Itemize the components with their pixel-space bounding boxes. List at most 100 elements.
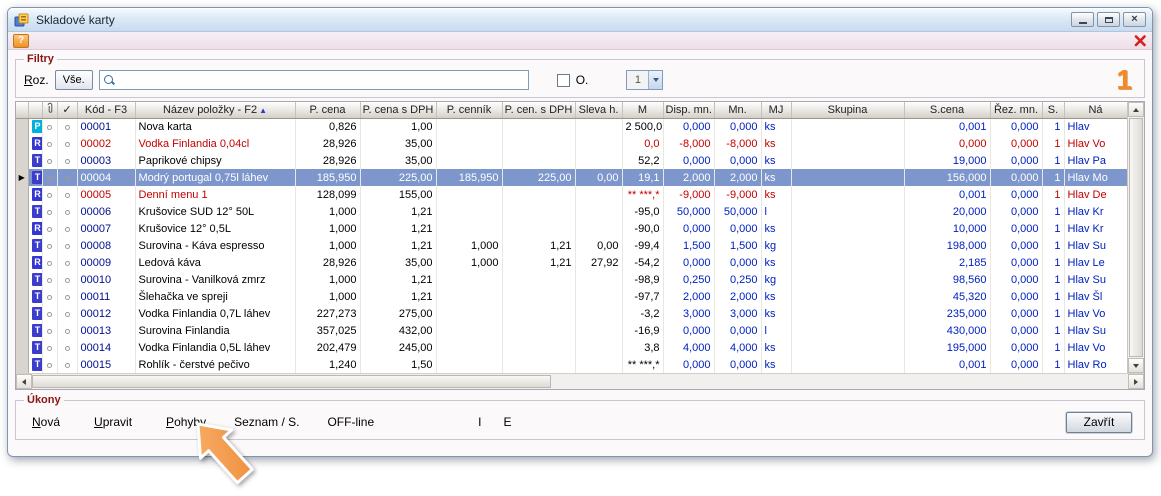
cell-pcena[interactable]: 1,000 <box>295 203 360 220</box>
cell-pcena[interactable]: 227,273 <box>295 305 360 322</box>
cell-nazev[interactable]: Šlehačka ve spreji <box>135 288 295 305</box>
search-input[interactable] <box>119 73 524 87</box>
cell-disp[interactable]: 2,000 <box>663 169 714 186</box>
column-header-mj[interactable]: MJ <box>761 102 791 118</box>
cell-s[interactable]: 1 <box>1042 322 1064 339</box>
cell-skupina[interactable] <box>791 135 904 152</box>
cell-sel[interactable] <box>16 220 28 237</box>
cell-pcena[interactable]: 185,950 <box>295 169 360 186</box>
close-window-button[interactable]: × <box>1123 12 1146 27</box>
grid-scroller[interactable]: ✓Kód - F3Název položky - F2▲P. cenaP. ce… <box>16 102 1127 373</box>
cell-scena[interactable]: 98,560 <box>904 271 990 288</box>
cell-mn[interactable]: 0,000 <box>714 254 761 271</box>
cell-check[interactable] <box>57 322 77 339</box>
cell-sel[interactable] <box>16 186 28 203</box>
cell-kod[interactable]: 00004 <box>77 169 135 186</box>
cell-clip[interactable] <box>42 356 57 373</box>
cell-sleva[interactable] <box>575 118 622 135</box>
cell-rez[interactable]: 0,000 <box>990 254 1042 271</box>
cell-scena[interactable]: 430,000 <box>904 322 990 339</box>
cell-sel[interactable] <box>16 254 28 271</box>
cell-pdph[interactable]: 155,00 <box>360 186 436 203</box>
cell-disp[interactable]: 0,000 <box>663 322 714 339</box>
cell-na[interactable]: Hlav Kr <box>1064 220 1127 237</box>
horizontal-scroll-track[interactable] <box>551 374 1128 389</box>
cell-na[interactable]: Hlav Vo <box>1064 305 1127 322</box>
cell-letter[interactable]: R <box>28 135 42 152</box>
all-filter-button[interactable]: Vše. <box>55 70 93 90</box>
import-button[interactable]: I <box>474 413 485 431</box>
edit-button[interactable]: Upravit <box>90 413 136 431</box>
column-header-s[interactable]: S. <box>1042 102 1064 118</box>
scroll-left-button[interactable] <box>16 374 32 389</box>
cell-pcdph[interactable] <box>502 186 575 203</box>
cell-na[interactable]: Hlav <box>1064 118 1127 135</box>
cell-letter[interactable]: R <box>28 254 42 271</box>
cell-pdph[interactable]: 432,00 <box>360 322 436 339</box>
cell-rez[interactable]: 0,000 <box>990 288 1042 305</box>
cell-mj[interactable]: ks <box>761 288 791 305</box>
cell-na[interactable]: Hlav Vo <box>1064 135 1127 152</box>
column-header-mn[interactable]: Mn. <box>714 102 761 118</box>
cell-mn[interactable]: 0,000 <box>714 322 761 339</box>
cell-letter[interactable]: T <box>28 237 42 254</box>
cell-na[interactable]: Hlav Su <box>1064 271 1127 288</box>
cell-pcdph[interactable] <box>502 322 575 339</box>
cell-na[interactable]: Hlav Su <box>1064 237 1127 254</box>
table-row[interactable]: T00013Surovina Finlandia357,025432,00-16… <box>16 322 1127 339</box>
cell-disp[interactable]: 0,000 <box>663 152 714 169</box>
column-header-pdph[interactable]: P. cena s DPH <box>360 102 436 118</box>
cell-sleva[interactable] <box>575 322 622 339</box>
scroll-up-button[interactable] <box>1128 102 1144 117</box>
cell-sel[interactable] <box>16 356 28 373</box>
cell-rez[interactable]: 0,000 <box>990 152 1042 169</box>
vertical-scroll-thumb[interactable] <box>1129 118 1143 357</box>
cell-s[interactable]: 1 <box>1042 339 1064 356</box>
horizontal-scroll-thumb[interactable] <box>32 375 551 388</box>
cell-skupina[interactable] <box>791 271 904 288</box>
cell-sel[interactable] <box>16 339 28 356</box>
o-checkbox[interactable] <box>557 74 570 87</box>
cell-rez[interactable]: 0,000 <box>990 271 1042 288</box>
cell-pcennik[interactable]: 1,000 <box>436 237 502 254</box>
cell-pcennik[interactable] <box>436 203 502 220</box>
export-button[interactable]: E <box>499 413 515 431</box>
cell-mj[interactable]: ks <box>761 169 791 186</box>
cell-m[interactable]: -97,7 <box>622 288 663 305</box>
cell-clip[interactable] <box>42 322 57 339</box>
cell-nazev[interactable]: Vodka Finlandia 0,04cl <box>135 135 295 152</box>
cell-clip[interactable] <box>42 152 57 169</box>
cell-sleva[interactable] <box>575 152 622 169</box>
cell-m[interactable]: -3,2 <box>622 305 663 322</box>
cell-clip[interactable] <box>42 169 57 186</box>
cell-pcdph[interactable] <box>502 135 575 152</box>
cell-pcdph[interactable] <box>502 339 575 356</box>
cell-sel[interactable] <box>16 203 28 220</box>
cell-kod[interactable]: 00012 <box>77 305 135 322</box>
cell-pcennik[interactable] <box>436 356 502 373</box>
horizontal-scrollbar[interactable] <box>16 373 1144 389</box>
cell-pcennik[interactable] <box>436 118 502 135</box>
cell-m[interactable]: 52,2 <box>622 152 663 169</box>
cell-sleva[interactable] <box>575 356 622 373</box>
cell-mn[interactable]: -8,000 <box>714 135 761 152</box>
cell-pcena[interactable]: 28,926 <box>295 152 360 169</box>
cell-s[interactable]: 1 <box>1042 203 1064 220</box>
table-row[interactable]: T00003Paprikové chipsy28,92635,0052,20,0… <box>16 152 1127 169</box>
cell-disp[interactable]: -8,000 <box>663 135 714 152</box>
cell-m[interactable]: -16,9 <box>622 322 663 339</box>
cell-pcdph[interactable] <box>502 220 575 237</box>
cell-na[interactable]: Hlav Ro <box>1064 356 1127 373</box>
cell-disp[interactable]: 0,000 <box>663 254 714 271</box>
cell-sleva[interactable] <box>575 186 622 203</box>
cell-skupina[interactable] <box>791 186 904 203</box>
cell-nazev[interactable]: Nova karta <box>135 118 295 135</box>
cell-kod[interactable]: 00002 <box>77 135 135 152</box>
cell-m[interactable]: -90,0 <box>622 220 663 237</box>
cell-sel[interactable]: ▶ <box>16 169 28 186</box>
cell-scena[interactable]: 19,000 <box>904 152 990 169</box>
table-row[interactable]: T00015Rohlík - čerstvé pečivo1,2401,50**… <box>16 356 1127 373</box>
cell-pcena[interactable]: 1,000 <box>295 220 360 237</box>
cell-pcdph[interactable]: 1,21 <box>502 254 575 271</box>
cell-pcena[interactable]: 202,479 <box>295 339 360 356</box>
